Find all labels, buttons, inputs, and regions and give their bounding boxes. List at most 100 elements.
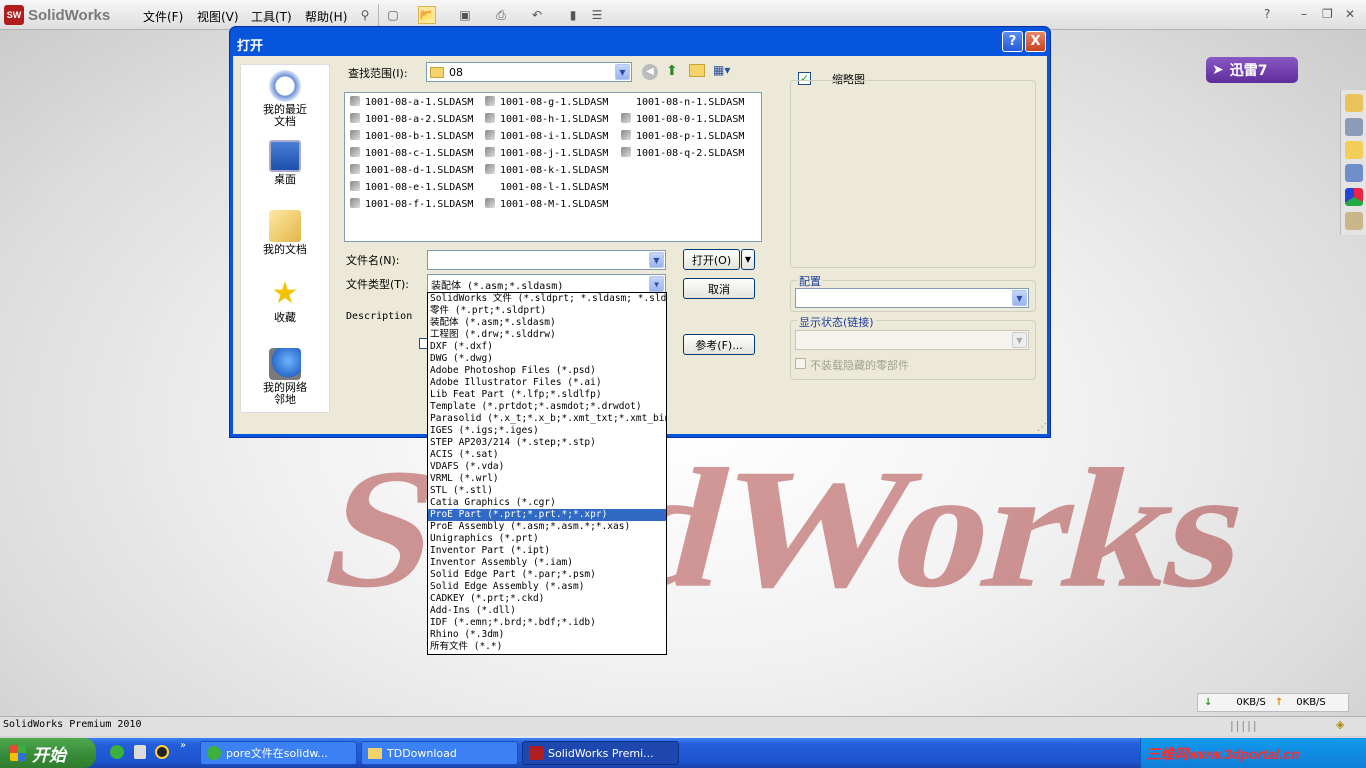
print-icon[interactable]: ⎙ xyxy=(492,6,510,24)
chevron-down-icon[interactable]: ▼ xyxy=(1012,290,1027,306)
rebuild-icon[interactable]: ▮ xyxy=(564,6,582,24)
task-tddownload[interactable]: TDDownload xyxy=(361,741,518,765)
open-options-chevron-icon[interactable]: ▼ xyxy=(741,249,755,270)
place-desktop[interactable]: 桌面 xyxy=(240,140,330,186)
menu-view[interactable]: 视图(V) xyxy=(197,8,239,25)
cancel-button[interactable]: 取消 xyxy=(683,278,755,299)
display-state-select[interactable]: ▼ xyxy=(795,330,1029,350)
filetype-option[interactable]: Catia Graphics (*.cgr) xyxy=(428,497,666,509)
menu-tools[interactable]: 工具(T) xyxy=(251,8,292,25)
menu-help[interactable]: 帮助(H) xyxy=(305,8,347,25)
list-item[interactable]: 1001-08-h-1.SLDASM xyxy=(485,113,608,127)
tag-icon[interactable]: ◈ xyxy=(1336,718,1344,731)
back-icon[interactable]: ◀ xyxy=(642,64,658,80)
pin-icon[interactable]: ⚲ xyxy=(356,6,374,24)
filetype-option[interactable]: Lib Feat Part (*.lfp;*.sldlfp) xyxy=(428,389,666,401)
place-documents[interactable]: 我的文档 xyxy=(240,210,330,256)
filetype-option[interactable]: 零件 (*.prt;*.sldprt) xyxy=(428,305,666,317)
references-button[interactable]: 参考(F)... xyxy=(683,334,755,355)
list-item[interactable]: 1001-08-g-1.SLDASM xyxy=(485,96,608,110)
close-app-icon[interactable]: ✕ xyxy=(1345,7,1355,21)
list-item[interactable]: 1001-08-p-1.SLDASM xyxy=(621,130,744,144)
filetype-option[interactable]: STL (*.stl) xyxy=(428,485,666,497)
config-select[interactable]: ▼ xyxy=(795,288,1029,308)
filetype-option[interactable]: Parasolid (*.x_t;*.x_b;*.xmt_txt;*.xmt_b… xyxy=(428,413,666,425)
view-menu-icon[interactable]: ▦▾ xyxy=(713,63,730,77)
file-explorer-icon[interactable] xyxy=(1345,141,1363,159)
filetype-option[interactable]: SolidWorks 文件 (*.sldprt; *.sldasm; *.sld… xyxy=(428,293,666,305)
filetype-option[interactable]: 所有文件 (*.*) xyxy=(428,641,666,653)
filetype-option[interactable]: Rhino (*.3dm) xyxy=(428,629,666,641)
resize-grip-icon[interactable]: ⋰ xyxy=(1037,422,1047,433)
list-item[interactable]: 1001-08-l-1.SLDASM xyxy=(485,181,608,195)
up-folder-icon[interactable]: ⬆ xyxy=(666,63,678,79)
open-button[interactable]: 打开(O) xyxy=(683,249,740,270)
list-item[interactable]: 1001-08-b-1.SLDASM xyxy=(350,130,473,144)
menu-file[interactable]: 文件(F) xyxy=(143,8,183,25)
chevron-down-icon[interactable]: ▼ xyxy=(615,64,630,80)
filetype-option[interactable]: Add-Ins (*.dll) xyxy=(428,605,666,617)
undo-icon[interactable]: ↶ xyxy=(528,6,546,24)
new-document-icon[interactable]: ▢ xyxy=(384,6,402,24)
list-item[interactable]: 1001-08-i-1.SLDASM xyxy=(485,130,608,144)
lookin-combo[interactable]: 08 ▼ xyxy=(426,62,632,82)
filetype-option[interactable]: ProE Part (*.prt;*.prt.*;*.xpr) xyxy=(428,509,666,521)
filetype-option[interactable]: DXF (*.dxf) xyxy=(428,341,666,353)
list-item[interactable]: 1001-08-a-2.SLDASM xyxy=(350,113,473,127)
properties-icon[interactable] xyxy=(1345,212,1363,230)
restore-icon[interactable]: ❐ xyxy=(1322,7,1333,21)
filetype-option[interactable]: 工程图 (*.drw;*.slddrw) xyxy=(428,329,666,341)
place-network[interactable]: 我的网络邻地 xyxy=(240,348,330,406)
filetype-option[interactable]: CADKEY (*.prt;*.ckd) xyxy=(428,593,666,605)
new-folder-icon[interactable] xyxy=(689,64,705,77)
minimize-icon[interactable]: – xyxy=(1301,7,1307,21)
filetype-select[interactable]: 装配体 (*.asm;*.sldasm) ▼ xyxy=(427,274,666,294)
save-icon[interactable]: ▣ xyxy=(456,6,474,24)
filetype-option[interactable]: Solid Edge Part (*.par;*.psm) xyxy=(428,569,666,581)
chevron-down-icon[interactable]: ▼ xyxy=(649,252,664,268)
filetype-option[interactable]: ACIS (*.sat) xyxy=(428,449,666,461)
list-item[interactable]: 1001-08-n-1.SLDASM xyxy=(621,96,744,110)
filetype-option[interactable]: ProE Assembly (*.asm;*.asm.*;*.xas) xyxy=(428,521,666,533)
list-item[interactable]: 1001-08-e-1.SLDASM xyxy=(350,181,473,195)
quicklaunch-doc-icon[interactable] xyxy=(134,745,146,759)
appearance-icon[interactable] xyxy=(1345,188,1363,206)
quicklaunch-qq-icon[interactable] xyxy=(155,745,169,759)
design-library-icon[interactable] xyxy=(1345,118,1363,136)
filetype-option[interactable]: Adobe Illustrator Files (*.ai) xyxy=(428,377,666,389)
place-favorites[interactable]: ★ 收藏 xyxy=(240,278,330,324)
hide-parts-checkbox[interactable] xyxy=(795,358,806,369)
home-icon[interactable] xyxy=(1345,94,1363,112)
file-list[interactable]: 1001-08-a-1.SLDASM 1001-08-a-2.SLDASM 10… xyxy=(344,92,762,242)
start-button[interactable]: 开始 xyxy=(0,738,96,768)
filetype-option[interactable]: Solid Edge Assembly (*.asm) xyxy=(428,581,666,593)
list-item[interactable]: 1001-08-q-2.SLDASM xyxy=(621,147,744,161)
options-icon[interactable]: ☰ xyxy=(588,6,606,24)
filetype-option[interactable]: Inventor Part (*.ipt) xyxy=(428,545,666,557)
chevron-down-icon[interactable]: ▼ xyxy=(649,276,664,292)
quicklaunch-ie-icon[interactable] xyxy=(110,745,124,759)
filetype-option[interactable]: 装配体 (*.asm;*.sldasm) xyxy=(428,317,666,329)
filetype-option[interactable]: Unigraphics (*.prt) xyxy=(428,533,666,545)
filetype-option[interactable]: IDF (*.emn;*.brd;*.bdf;*.idb) xyxy=(428,617,666,629)
task-browser[interactable]: pore文件在solidw... xyxy=(200,741,357,765)
filetype-dropdown-list[interactable]: SolidWorks 文件 (*.sldprt; *.sldasm; *.sld… xyxy=(427,292,667,655)
filename-field[interactable]: ▼ xyxy=(427,250,666,270)
help-dropdown[interactable]: ? xyxy=(1264,7,1270,21)
filetype-option[interactable]: IGES (*.igs;*.iges) xyxy=(428,425,666,437)
dialog-help-button[interactable]: ? xyxy=(1002,31,1023,52)
list-item[interactable]: 1001-08-c-1.SLDASM xyxy=(350,147,473,161)
filetype-option[interactable]: Inventor Assembly (*.iam) xyxy=(428,557,666,569)
place-recent[interactable]: 我的最近文档 xyxy=(240,70,330,128)
filetype-option[interactable]: VRML (*.wrl) xyxy=(428,473,666,485)
list-item[interactable]: 1001-08-0-1.SLDASM xyxy=(621,113,744,127)
xunlei-badge[interactable]: ➤ 迅雷7 xyxy=(1206,57,1298,83)
list-item[interactable]: 1001-08-a-1.SLDASM xyxy=(350,96,473,110)
dialog-close-button[interactable]: X xyxy=(1025,31,1046,52)
filetype-option[interactable]: Adobe Photoshop Files (*.psd) xyxy=(428,365,666,377)
open-folder-icon[interactable]: 📂 xyxy=(418,6,436,24)
quicklaunch-more-icon[interactable]: » xyxy=(180,740,186,751)
list-item[interactable]: 1001-08-j-1.SLDASM xyxy=(485,147,608,161)
list-item[interactable]: 1001-08-M-1.SLDASM xyxy=(485,198,608,212)
task-solidworks[interactable]: SolidWorks Premi... xyxy=(522,741,679,765)
